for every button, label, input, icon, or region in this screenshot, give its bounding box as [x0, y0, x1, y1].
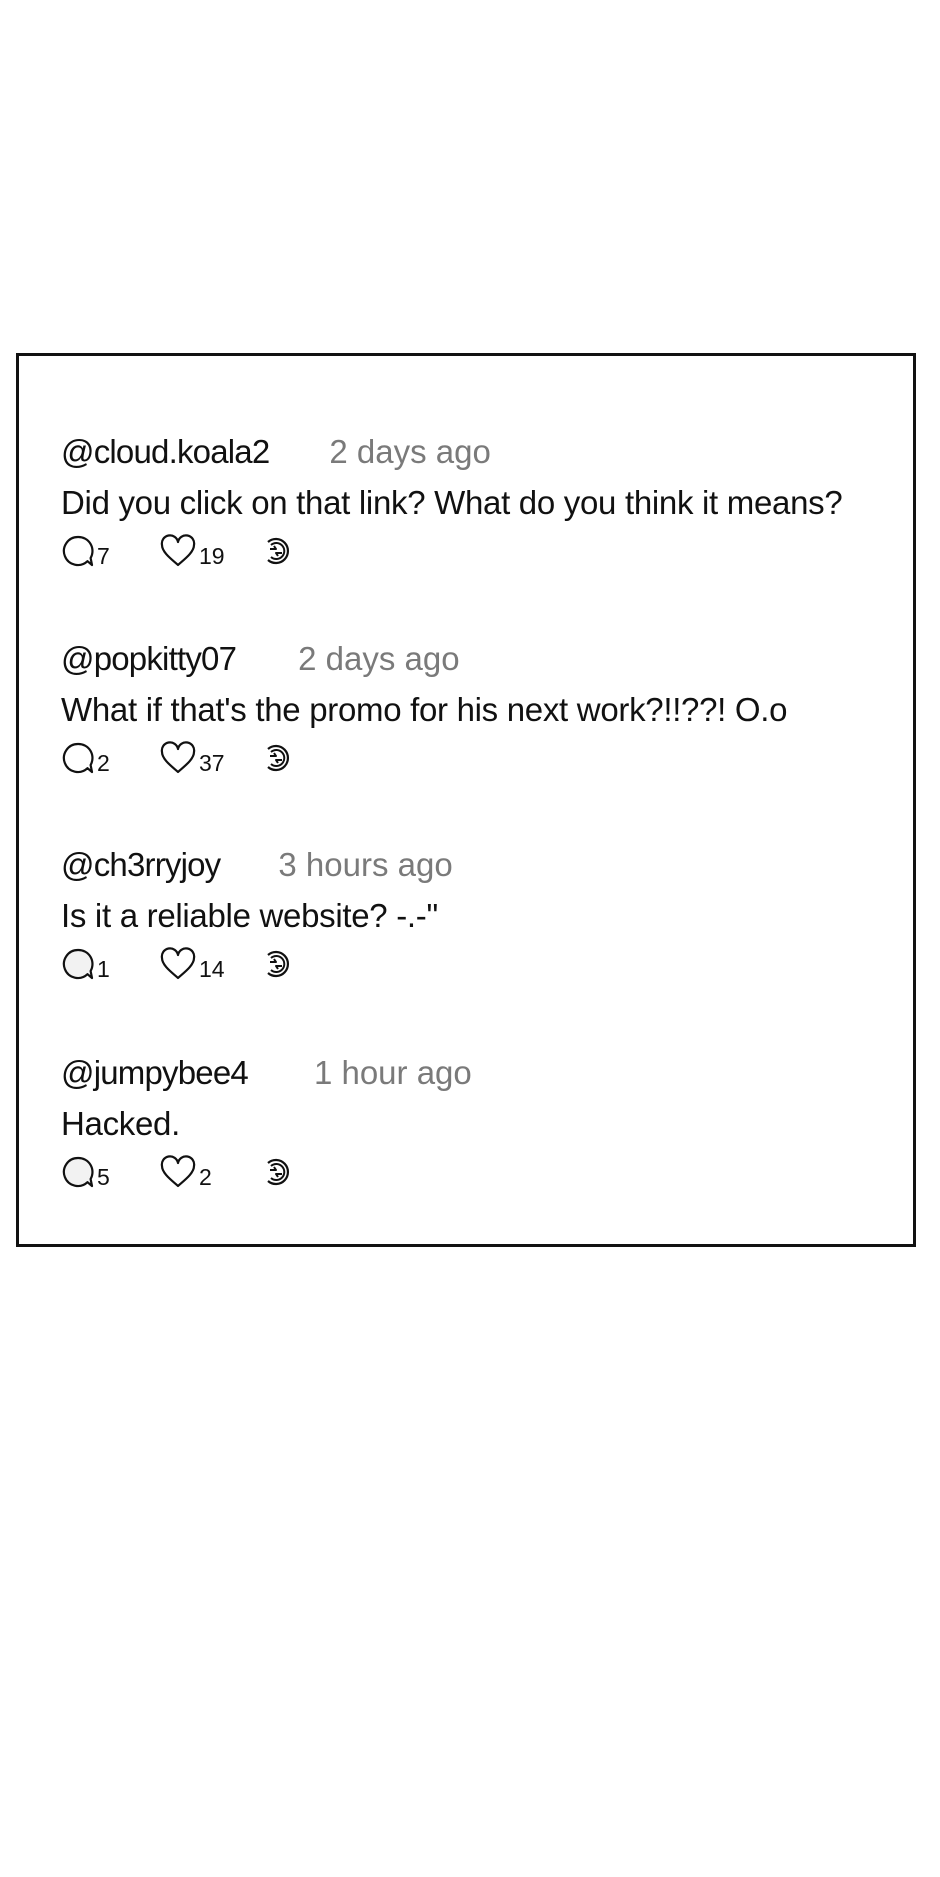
comment-timestamp: 3 hours ago — [278, 846, 453, 883]
repost-icon — [259, 947, 293, 981]
comment-header: @popkitty07 2 days ago — [61, 640, 893, 686]
like-count: 2 — [199, 1163, 212, 1190]
comment-text: Hacked. — [61, 1105, 180, 1142]
like-count: 37 — [199, 749, 225, 776]
reply-button[interactable]: 5 — [61, 1152, 110, 1192]
like-button[interactable]: 37 — [159, 738, 225, 778]
speech-bubble-icon — [61, 1155, 95, 1189]
comment-text: What if that's the promo for his next wo… — [61, 691, 788, 728]
comment-username[interactable]: @cloud.koala2 — [61, 433, 270, 471]
comment-item: @jumpybee4 1 hour ago Hacked. 5 2 — [61, 1054, 893, 1192]
comment-username[interactable]: @ch3rryjoy — [61, 846, 221, 884]
like-button[interactable]: 2 — [159, 1152, 212, 1192]
comment-actions: 2 37 — [61, 738, 893, 778]
comment-timestamp: 2 days ago — [298, 640, 460, 677]
comment-item: @ch3rryjoy 3 hours ago Is it a reliable … — [61, 846, 893, 984]
like-count: 14 — [199, 955, 225, 982]
heart-icon — [159, 947, 197, 981]
heart-icon — [159, 534, 197, 568]
comment-actions: 5 2 — [61, 1152, 893, 1192]
comment-timestamp: 1 hour ago — [313, 1054, 472, 1091]
comment-item: @popkitty07 2 days ago What if that's th… — [61, 640, 893, 778]
comment-text: Is it a reliable website? -.-" — [61, 897, 438, 934]
like-button[interactable]: 14 — [159, 944, 225, 984]
reply-count: 7 — [97, 542, 110, 569]
share-button[interactable] — [259, 738, 293, 778]
like-count: 19 — [199, 542, 225, 569]
share-button[interactable] — [259, 1152, 293, 1192]
speech-bubble-icon — [61, 947, 95, 981]
comment-header: @jumpybee4 1 hour ago — [61, 1054, 893, 1100]
share-button[interactable] — [259, 531, 293, 571]
reply-button[interactable]: 2 — [61, 738, 110, 778]
reply-count: 2 — [97, 749, 110, 776]
reply-button[interactable]: 7 — [61, 531, 110, 571]
repost-icon — [259, 741, 293, 775]
reply-count: 5 — [97, 1163, 110, 1190]
comment-actions: 1 14 — [61, 944, 893, 984]
share-button[interactable] — [259, 944, 293, 984]
speech-bubble-icon — [61, 741, 95, 775]
comment-header: @cloud.koala2 2 days ago — [61, 433, 893, 479]
comment-text: Did you click on that link? What do you … — [61, 484, 843, 521]
comment-panel: @cloud.koala2 2 days ago Did you click o… — [16, 353, 916, 1247]
comment-actions: 7 19 — [61, 531, 893, 571]
comment-username[interactable]: @popkitty07 — [61, 640, 237, 678]
heart-icon — [159, 741, 197, 775]
like-button[interactable]: 19 — [159, 531, 225, 571]
heart-icon — [159, 1155, 197, 1189]
comment-header: @ch3rryjoy 3 hours ago — [61, 846, 893, 892]
comment-username[interactable]: @jumpybee4 — [61, 1054, 249, 1092]
comment-item: @cloud.koala2 2 days ago Did you click o… — [61, 433, 893, 571]
reply-count: 1 — [97, 955, 110, 982]
comment-timestamp: 2 days ago — [329, 433, 491, 470]
speech-bubble-icon — [61, 534, 95, 568]
reply-button[interactable]: 1 — [61, 944, 110, 984]
repost-icon — [259, 1155, 293, 1189]
repost-icon — [259, 534, 293, 568]
